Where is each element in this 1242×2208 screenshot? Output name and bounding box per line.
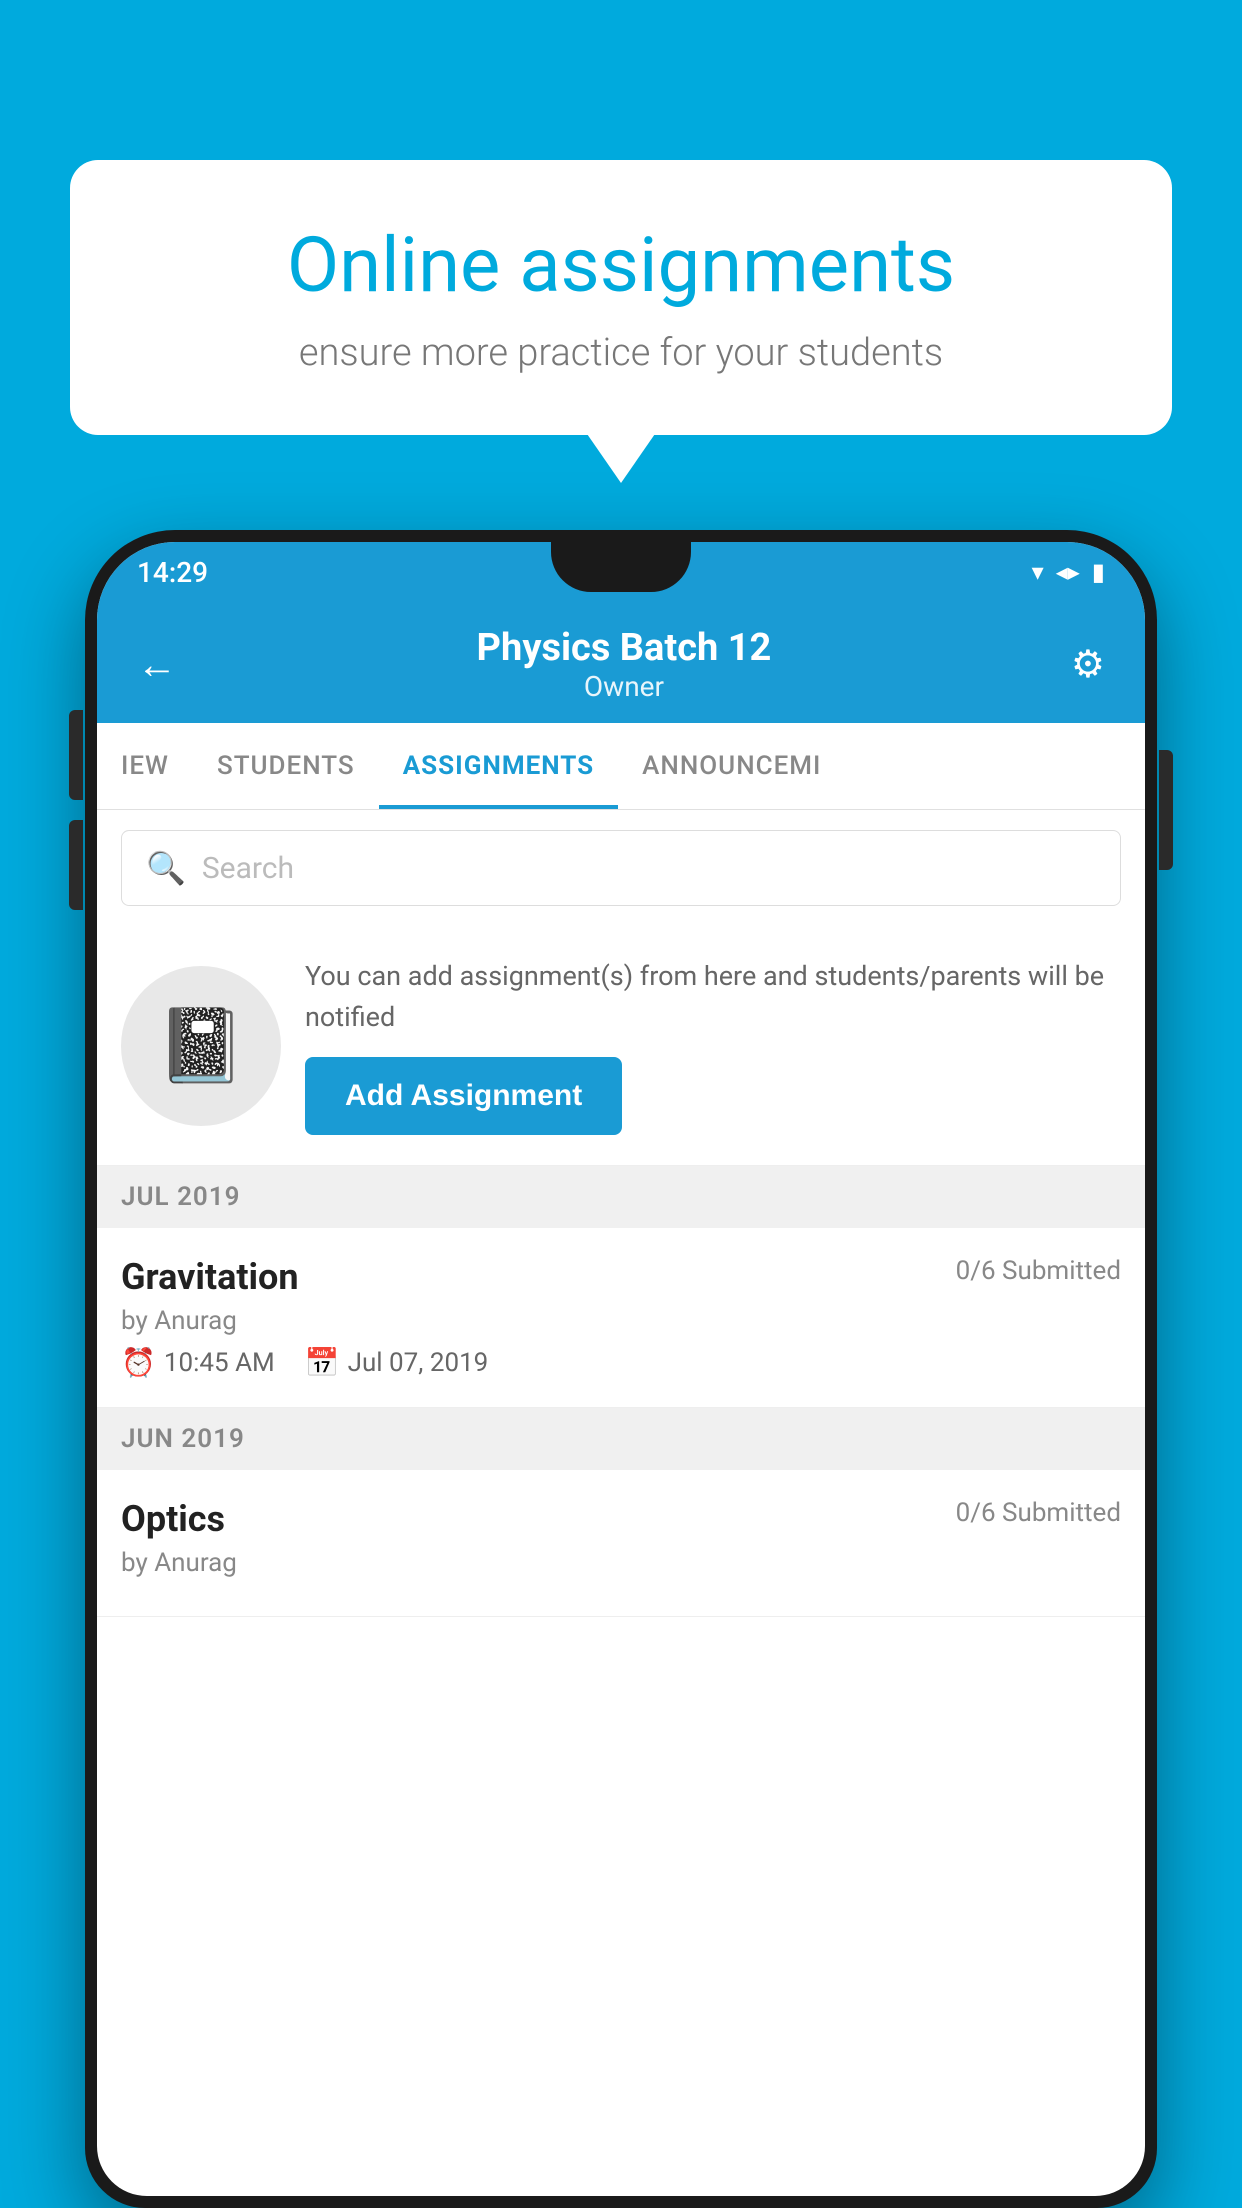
notebook-icon: 📓 [156,1003,246,1088]
batch-title: Physics Batch 12 [177,626,1071,670]
app-header: ← Physics Batch 12 Owner ⚙ [97,602,1145,723]
status-icons: ▾ ◂▸ ▮ [1032,558,1105,586]
month-header-jul: JUL 2019 [97,1166,1145,1228]
assignment-submitted: 0/6 Submitted [956,1256,1121,1286]
tab-announcements[interactable]: ANNOUNCEMI [618,723,845,809]
assignment-item-optics[interactable]: Optics 0/6 Submitted by Anurag [97,1470,1145,1617]
status-bar: 14:29 ▾ ◂▸ ▮ [97,542,1145,602]
header-center: Physics Batch 12 Owner [177,626,1071,703]
signal-icon: ◂▸ [1056,558,1080,586]
battery-icon: ▮ [1092,558,1105,586]
wifi-icon: ▾ [1032,558,1044,586]
search-bar[interactable]: 🔍 Search [121,830,1121,906]
back-button[interactable]: ← [137,641,177,688]
search-icon: 🔍 [146,849,186,887]
assignment-author: by Anurag [121,1306,1121,1336]
assignment-meta: ⏰ 10:45 AM 📅 Jul 07, 2019 [121,1346,1121,1379]
assignment-date: 📅 Jul 07, 2019 [305,1346,489,1379]
optics-name: Optics [121,1498,225,1540]
settings-button[interactable]: ⚙ [1071,642,1105,687]
search-placeholder: Search [202,851,294,886]
optics-author: by Anurag [121,1548,1121,1578]
calendar-icon: 📅 [305,1346,340,1379]
month-header-jun: JUN 2019 [97,1408,1145,1470]
phone-screen: 14:29 ▾ ◂▸ ▮ ← Physics Batch 12 Owner ⚙ … [97,542,1145,2196]
time-value: 10:45 AM [164,1348,275,1378]
optics-submitted: 0/6 Submitted [956,1498,1121,1528]
assignment-item-gravitation[interactable]: Gravitation 0/6 Submitted by Anurag ⏰ 10… [97,1228,1145,1408]
promo-section: Online assignments ensure more practice … [70,160,1172,435]
tab-students[interactable]: STUDENTS [193,723,379,809]
add-assignment-content: You can add assignment(s) from here and … [305,956,1115,1135]
tabs-bar: IEW STUDENTS ASSIGNMENTS ANNOUNCEMI [97,723,1145,810]
add-assignment-description: You can add assignment(s) from here and … [305,956,1115,1037]
speech-bubble: Online assignments ensure more practice … [70,160,1172,435]
assignment-icon-circle: 📓 [121,966,281,1126]
search-container: 🔍 Search [97,810,1145,926]
add-assignment-section: 📓 You can add assignment(s) from here an… [97,926,1145,1166]
assignment-row-top: Gravitation 0/6 Submitted [121,1256,1121,1298]
add-assignment-button[interactable]: Add Assignment [305,1057,622,1135]
power-button [1159,750,1173,870]
phone-device: 14:29 ▾ ◂▸ ▮ ← Physics Batch 12 Owner ⚙ … [85,530,1157,2208]
optics-row-top: Optics 0/6 Submitted [121,1498,1121,1540]
clock-icon: ⏰ [121,1346,156,1379]
status-time: 14:29 [137,556,208,589]
tab-assignments[interactable]: ASSIGNMENTS [379,723,618,809]
date-value: Jul 07, 2019 [348,1348,489,1378]
promo-title: Online assignments [140,220,1102,311]
owner-label: Owner [177,670,1071,703]
assignment-name: Gravitation [121,1256,299,1298]
tab-iew[interactable]: IEW [97,723,193,809]
promo-subtitle: ensure more practice for your students [140,331,1102,375]
volume-down-button [69,820,83,910]
assignment-time: ⏰ 10:45 AM [121,1346,275,1379]
notch [551,542,691,592]
